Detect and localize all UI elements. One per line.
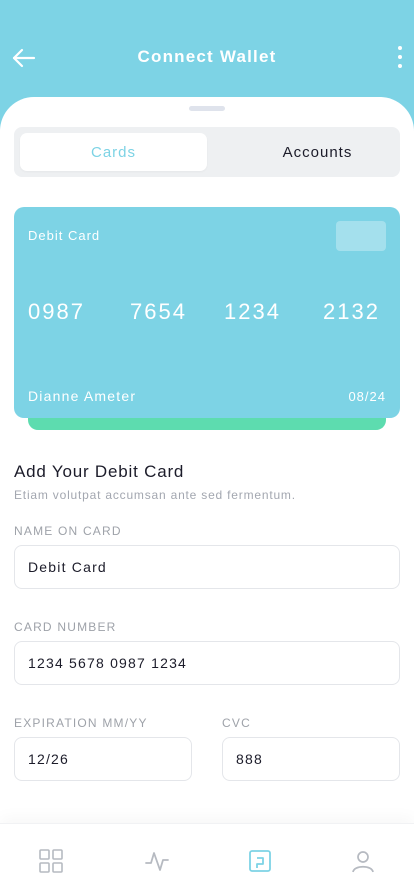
card-number-field[interactable] bbox=[14, 641, 400, 685]
expiration-field[interactable] bbox=[14, 737, 192, 781]
tab-wallet[interactable] bbox=[247, 848, 273, 874]
cvc-label: CVC bbox=[222, 716, 251, 730]
more-options-button[interactable] bbox=[392, 43, 408, 71]
activity-icon bbox=[145, 852, 169, 871]
more-vertical-icon bbox=[398, 46, 402, 50]
tab-dashboard[interactable] bbox=[38, 848, 64, 874]
card-number-group: 1234 bbox=[224, 299, 281, 324]
bottom-tab-bar bbox=[0, 823, 414, 896]
card-type-label: Debit Card bbox=[28, 228, 101, 243]
tab-accounts[interactable]: Accounts bbox=[224, 133, 411, 171]
content-sheet: Cards Accounts Debit Card 0987 7654 1234… bbox=[0, 97, 414, 896]
segment-control: Cards Accounts bbox=[14, 127, 400, 177]
grid-icon bbox=[39, 849, 63, 873]
profile-icon bbox=[352, 851, 374, 873]
wallet-icon bbox=[249, 850, 271, 872]
tab-cards[interactable]: Cards bbox=[20, 133, 207, 171]
page-title: Connect Wallet bbox=[137, 47, 277, 66]
sheet-handle[interactable] bbox=[189, 106, 225, 111]
name-on-card-label: NAME ON CARD bbox=[14, 524, 122, 538]
name-on-card-field[interactable] bbox=[14, 545, 400, 589]
tab-profile[interactable] bbox=[350, 848, 376, 874]
tab-activity[interactable] bbox=[144, 848, 170, 874]
card-number-group: 7654 bbox=[130, 299, 187, 324]
form-subtitle: Etiam volutpat accumsan ante sed ferment… bbox=[14, 488, 296, 502]
form-title: Add Your Debit Card bbox=[14, 462, 185, 481]
card-number-label: CARD NUMBER bbox=[14, 620, 117, 634]
card-holder-name: Dianne Ameter bbox=[28, 388, 137, 404]
debit-card[interactable]: Debit Card 0987 7654 1234 2132 Dianne Am… bbox=[14, 207, 400, 418]
card-chip-icon bbox=[336, 221, 386, 251]
card-number-group: 2132 bbox=[323, 299, 380, 324]
expiration-label: EXPIRATION MM/YY bbox=[14, 716, 148, 730]
cvc-field[interactable] bbox=[222, 737, 400, 781]
card-number-group: 0987 bbox=[28, 299, 85, 324]
card-expiry: 08/24 bbox=[348, 389, 386, 404]
